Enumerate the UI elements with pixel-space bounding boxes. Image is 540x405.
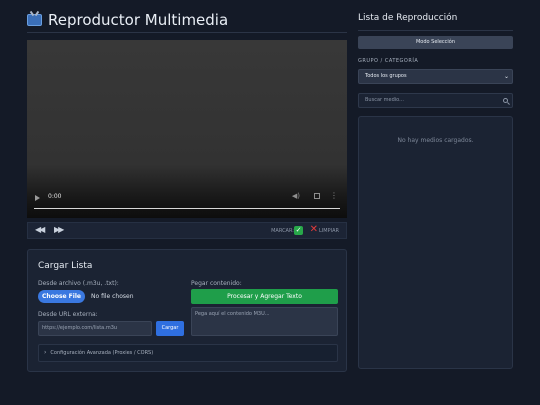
video-player[interactable]: 0:00 ◀) ⋮ bbox=[27, 40, 347, 218]
clear-marks-button[interactable]: LIMPIAR bbox=[319, 228, 339, 234]
media-list: No hay medios cargados. bbox=[358, 116, 513, 369]
mark-ok-button[interactable]: ✓ bbox=[294, 226, 303, 235]
mark-label: MARCAR: bbox=[271, 228, 294, 234]
player-toolbar: ◀◀ ▶▶ MARCAR: ✓ ✕ LIMPIAR bbox=[27, 222, 347, 239]
page-title-text: Reproductor Multimedia bbox=[48, 11, 229, 29]
progress-bar[interactable] bbox=[34, 208, 340, 209]
more-options-icon[interactable]: ⋮ bbox=[330, 191, 338, 200]
file-label: Desde archivo (.m3u, .txt): bbox=[38, 280, 119, 287]
url-label: Desde URL externa: bbox=[38, 311, 98, 318]
paste-textarea[interactable]: Pega aquí el contenido M3U... bbox=[191, 307, 338, 336]
tv-icon bbox=[27, 14, 42, 26]
file-status: No file chosen bbox=[91, 293, 134, 300]
group-select-value: Todos los grupos bbox=[365, 73, 407, 79]
fast-forward-icon[interactable]: ▶▶ bbox=[54, 225, 64, 234]
load-url-button[interactable]: Cargar bbox=[156, 321, 184, 336]
title-divider bbox=[27, 32, 347, 33]
search-icon bbox=[503, 98, 508, 103]
rewind-icon[interactable]: ◀◀ bbox=[35, 225, 45, 234]
advanced-config-label: Configuración Avanzada (Proxies / CORS) bbox=[50, 350, 154, 356]
current-time: 0:00 bbox=[48, 193, 62, 200]
playlist-divider bbox=[358, 30, 513, 31]
mark-fail-button[interactable]: ✕ bbox=[310, 224, 318, 235]
advanced-config-toggle[interactable]: › Configuración Avanzada (Proxies / CORS) bbox=[38, 344, 338, 362]
card-title: Cargar Lista bbox=[38, 261, 93, 271]
group-select[interactable]: Todos los grupos ⌄ bbox=[358, 69, 513, 84]
load-list-card: Cargar Lista Desde archivo (.m3u, .txt):… bbox=[27, 249, 347, 372]
group-label: GRUPO / CATEGORÍA bbox=[358, 58, 419, 64]
chevron-down-icon: ⌄ bbox=[503, 73, 509, 80]
empty-list-message: No hay medios cargados. bbox=[397, 137, 474, 144]
choose-file-button[interactable]: Choose File bbox=[38, 290, 85, 303]
player-controls: 0:00 ◀) ⋮ bbox=[27, 188, 347, 218]
search-placeholder: Buscar medio... bbox=[365, 97, 404, 103]
play-icon[interactable] bbox=[35, 195, 40, 201]
volume-icon[interactable]: ◀) bbox=[292, 192, 300, 200]
selection-mode-button[interactable]: Modo Selección bbox=[358, 36, 513, 49]
url-input[interactable]: https://ejemplo.com/lista.m3u bbox=[38, 321, 152, 336]
process-text-button[interactable]: Procesar y Agregar Texto bbox=[191, 289, 338, 304]
fullscreen-icon[interactable] bbox=[314, 193, 320, 199]
chevron-right-icon: › bbox=[44, 349, 47, 356]
search-input[interactable]: Buscar medio... bbox=[358, 93, 513, 108]
page-title: Reproductor Multimedia bbox=[27, 11, 228, 29]
paste-label: Pegar contenido: bbox=[191, 280, 242, 287]
playlist-title: Lista de Reproducción bbox=[358, 13, 458, 23]
